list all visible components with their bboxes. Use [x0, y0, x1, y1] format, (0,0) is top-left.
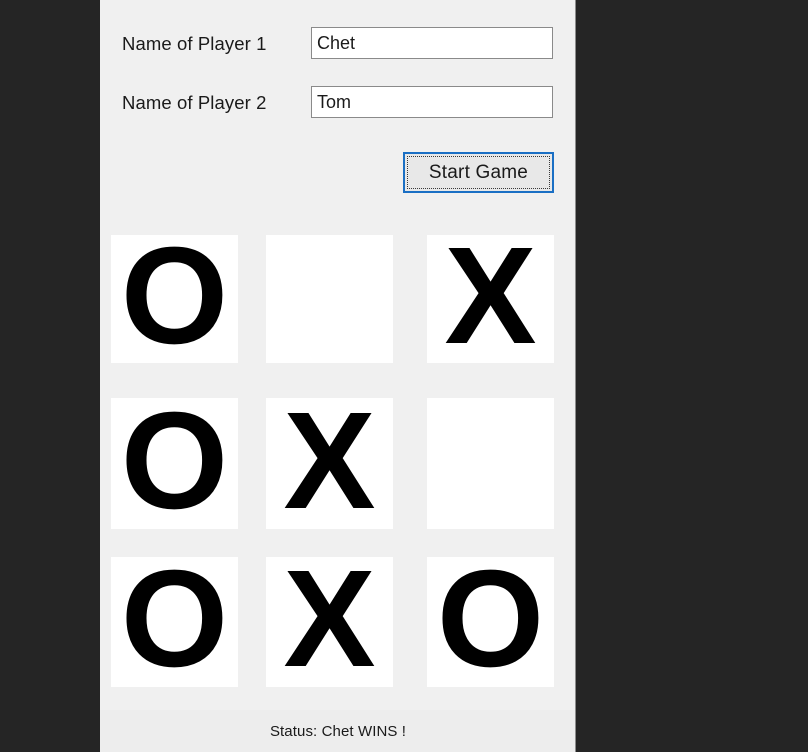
board-cell-3[interactable]: O	[111, 398, 238, 529]
button-focus-ring: Start Game	[407, 156, 550, 189]
cell-mark: O	[120, 557, 229, 687]
cell-mark: X	[283, 398, 376, 529]
board-cell-1[interactable]	[266, 235, 393, 363]
cell-mark: O	[120, 235, 229, 363]
cell-mark: X	[444, 235, 537, 363]
cell-mark: X	[283, 557, 376, 687]
player2-label: Name of Player 2	[122, 92, 267, 113]
player-form: Name of Player 1 Name of Player 2 Start …	[100, 0, 575, 215]
cell-mark: O	[436, 557, 545, 687]
board-cell-2[interactable]: X	[427, 235, 554, 363]
player1-label: Name of Player 1	[122, 33, 267, 54]
cell-mark: O	[120, 398, 229, 529]
board-cell-7[interactable]: X	[266, 557, 393, 687]
player1-name-input[interactable]	[311, 27, 553, 59]
tic-tac-toe-window: Name of Player 1 Name of Player 2 Start …	[100, 0, 576, 752]
status-message: Status: Chet WINS !	[269, 722, 407, 740]
player2-row: Name of Player 2	[100, 86, 575, 120]
start-game-button[interactable]: Start Game	[403, 152, 554, 193]
player1-row: Name of Player 1	[100, 27, 575, 61]
board-cell-8[interactable]: O	[427, 557, 554, 687]
start-game-label: Start Game	[428, 161, 529, 183]
board-cell-6[interactable]: O	[111, 557, 238, 687]
player2-name-input[interactable]	[311, 86, 553, 118]
status-bar: Status: Chet WINS !	[100, 710, 575, 752]
board-cell-0[interactable]: O	[111, 235, 238, 363]
board-cell-5[interactable]	[427, 398, 554, 529]
board-cell-4[interactable]: X	[266, 398, 393, 529]
